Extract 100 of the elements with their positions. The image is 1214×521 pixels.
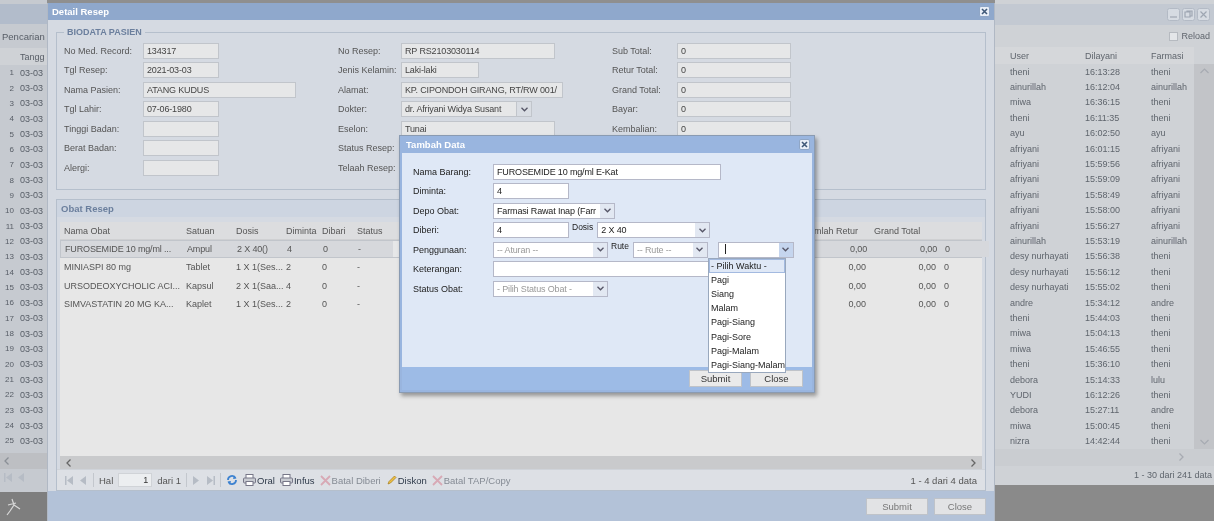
chevron-right-icon[interactable] [971, 458, 976, 467]
next-page-icon[interactable] [192, 475, 202, 485]
table-cell[interactable]: 0,00 [871, 241, 941, 258]
last-page-icon[interactable] [206, 475, 216, 485]
table-cell[interactable]: 0 [940, 276, 988, 295]
table-cell[interactable]: 0 [940, 294, 988, 314]
text-field[interactable]: RP RS2103030114 [401, 42, 555, 59]
row-number: 6 [8, 144, 14, 154]
row-number: 18 [4, 329, 14, 338]
dropdown-option[interactable]: Pagi [709, 273, 785, 288]
table-cell[interactable]: 0 [318, 276, 353, 295]
table-cell[interactable]: 4 [283, 241, 319, 258]
text-field[interactable]: 2021-03-03 [143, 62, 219, 79]
table-cell[interactable]: 0 [940, 258, 988, 277]
text-field[interactable]: KP. CIPONDOH GIRANG, RT/RW 001/ [401, 81, 563, 98]
minimize-icon[interactable] [1167, 8, 1180, 21]
dropdown-option[interactable]: Pagi-Malam [709, 343, 785, 358]
toolbar-button[interactable]: Oral [243, 471, 275, 489]
dropdown-option[interactable]: Pagi-Siang-Malam [709, 357, 785, 372]
field-label: Status Obat: [413, 283, 465, 294]
text-field[interactable]: 134317 [143, 42, 219, 59]
table-cell[interactable]: SIMVASTATIN 20 MG KA... [60, 294, 182, 314]
text-field[interactable] [143, 140, 219, 157]
text-field[interactable]: 07-06-1980 [143, 101, 219, 118]
table-cell[interactable]: 1 X 1(Ses... [232, 258, 282, 277]
table-cell-text: theni [1009, 358, 1031, 372]
dropdown-field[interactable]: dr. Afriyani Widya Susant [401, 101, 532, 118]
text-field[interactable]: ATANG KUDUS [143, 81, 296, 98]
text-field[interactable] [143, 159, 219, 176]
close-icon[interactable] [799, 139, 810, 150]
table-cell[interactable]: 2 X 40() [233, 241, 283, 258]
dropdown-option[interactable]: Malam [709, 301, 785, 316]
table-cell[interactable]: - [353, 276, 392, 295]
dropdown-option[interactable]: Pagi-Sore [709, 329, 785, 344]
previous-page-icon[interactable] [79, 475, 88, 485]
table-cell[interactable]: Kapsul [182, 276, 232, 295]
first-page-icon[interactable] [65, 475, 74, 485]
chevron-left-icon[interactable] [66, 458, 71, 467]
text-field[interactable]: 0 [677, 81, 791, 98]
table-cell[interactable]: Tablet [182, 258, 232, 277]
text-field[interactable]: 4 [493, 222, 569, 239]
table-cell[interactable]: 0,00 [870, 294, 940, 314]
dropdown-option[interactable]: Siang [709, 287, 785, 302]
table-cell: 03-03 [20, 175, 44, 186]
text-field[interactable]: 0 [677, 120, 791, 137]
toolbar-button[interactable]: Infus [280, 471, 315, 489]
table-cell[interactable]: 2 X 1(Saa... [232, 276, 282, 295]
table-cell[interactable]: - [354, 241, 393, 258]
dropdown-option[interactable]: Pagi-Siang [709, 315, 785, 330]
table-cell-text: theni [1009, 311, 1031, 325]
text-field[interactable]: Tunai [401, 120, 555, 137]
table-cell[interactable]: 1 X 1(Ses... [232, 294, 282, 314]
table-cell[interactable]: - [353, 294, 392, 314]
table-cell[interactable]: 0,00 [870, 276, 940, 295]
table-cell[interactable]: 2 [282, 258, 318, 277]
table-cell[interactable]: Ampul [183, 241, 233, 258]
chevron-right-icon[interactable] [1179, 453, 1184, 462]
field-label: Retur Total: [612, 65, 659, 76]
table-cell[interactable]: 0 [318, 258, 353, 277]
dropdown-field[interactable] [717, 241, 794, 258]
submit-button[interactable]: Submit [866, 497, 928, 515]
row-number: 8 [8, 175, 14, 185]
dropdown-option[interactable]: - Pilih Waktu - [709, 259, 785, 274]
chevron-left-icon[interactable] [4, 456, 9, 465]
text-field[interactable]: 0 [677, 42, 791, 59]
table-cell: 03-03 [20, 221, 44, 232]
close-icon[interactable] [979, 6, 990, 17]
table-cell[interactable]: MINIASPI 80 mg [60, 258, 182, 277]
table-cell: 03-03 [20, 359, 44, 370]
table-cell[interactable]: - [353, 258, 392, 277]
text-field[interactable]: 0 [677, 101, 791, 118]
toolbar-button[interactable]: Diskon [385, 471, 427, 489]
text-field[interactable] [143, 120, 219, 137]
table-cell[interactable]: 0 [319, 241, 354, 258]
table-cell[interactable]: 4 [282, 276, 318, 295]
table-cell: 03-03 [20, 144, 44, 155]
table-cell[interactable]: URSODEOXYCHOLIC ACI... [60, 276, 182, 295]
table-cell[interactable]: 2 [282, 294, 318, 314]
reload-label[interactable]: Reload [1181, 31, 1210, 41]
table-cell-text: theni [1150, 65, 1172, 79]
text-field[interactable]: 4 [493, 183, 569, 200]
chevron-down-icon[interactable] [1199, 438, 1209, 445]
checkbox-icon[interactable] [1169, 31, 1179, 41]
close-button[interactable]: Close [934, 497, 986, 515]
dropdown-field[interactable]: Farmasi Rawat Inap (Farr [493, 202, 615, 219]
text-field[interactable]: Laki-laki [401, 62, 479, 79]
page-field[interactable]: 1 [118, 473, 153, 487]
table-cell-text: andre [1150, 296, 1176, 310]
table-cell[interactable]: 0 [318, 294, 353, 314]
field-label: Nama Pasien: [64, 84, 122, 95]
chevron-up-icon[interactable] [1199, 68, 1209, 74]
table-cell[interactable]: 0 [941, 241, 989, 258]
table-cell[interactable]: FUROSEMIDE 10 mg/ml ... [61, 241, 183, 258]
dropdown-field[interactable]: 2 X 40 [597, 222, 711, 239]
table-cell[interactable]: Kaplet [182, 294, 232, 314]
restore-icon[interactable] [1182, 8, 1195, 21]
text-field[interactable]: FUROSEMIDE 10 mg/ml E-Kat [493, 163, 721, 180]
column-header: Dilayani [1070, 47, 1136, 64]
table-cell[interactable]: 0,00 [870, 258, 940, 277]
text-field[interactable]: 0 [677, 62, 791, 79]
